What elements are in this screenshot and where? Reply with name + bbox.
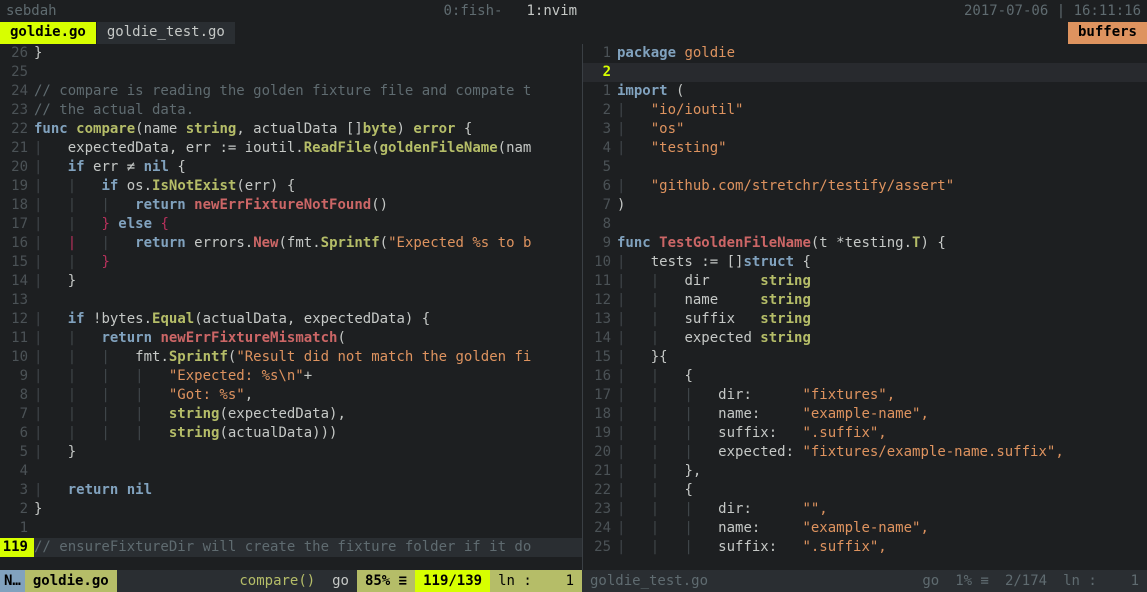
- tmux-status-bar: sebdah 0:fish- 1:nvim 2017-07-06 | 16:11…: [0, 0, 1147, 22]
- tmux-window-0[interactable]: 0:fish-: [443, 3, 502, 19]
- buffer-tabline: goldie.go goldie_test.go buffers: [0, 22, 1147, 44]
- status-position: 119/139: [415, 570, 490, 592]
- statusline-right: goldie_test.go go 1% ≡ 2/174 ln : 1: [582, 570, 1147, 592]
- mode-indicator: N…: [0, 570, 25, 592]
- status-func: compare(): [239, 570, 315, 592]
- editor-pane-left[interactable]: 26}2524// compare is reading the golden …: [0, 44, 582, 570]
- tmux-window-1[interactable]: 1:nvim: [526, 3, 577, 19]
- buffers-label[interactable]: buffers: [1068, 22, 1147, 44]
- status-filetype-right: go: [914, 570, 947, 592]
- tmux-session-name: sebdah: [6, 3, 57, 19]
- status-percent-right: 1% ≡: [947, 570, 997, 592]
- tab-goldie[interactable]: goldie.go: [0, 22, 97, 44]
- statusline-left: N… goldie.go compare() go 85% ≡ 119/139 …: [0, 570, 582, 592]
- status-filetype: go: [332, 570, 349, 592]
- tmux-date: 2017-07-06: [964, 3, 1048, 19]
- status-percent: 85% ≡: [357, 570, 415, 592]
- status-filename-right: goldie_test.go: [582, 570, 716, 592]
- tab-goldie-test[interactable]: goldie_test.go: [97, 22, 236, 44]
- tmux-time: 16:11:16: [1074, 3, 1141, 19]
- editor-pane-right[interactable]: 1package goldie21import (2| "io/ioutil"3…: [583, 44, 1147, 570]
- status-position-right: 2/174: [997, 570, 1055, 592]
- status-filename: goldie.go: [25, 570, 117, 592]
